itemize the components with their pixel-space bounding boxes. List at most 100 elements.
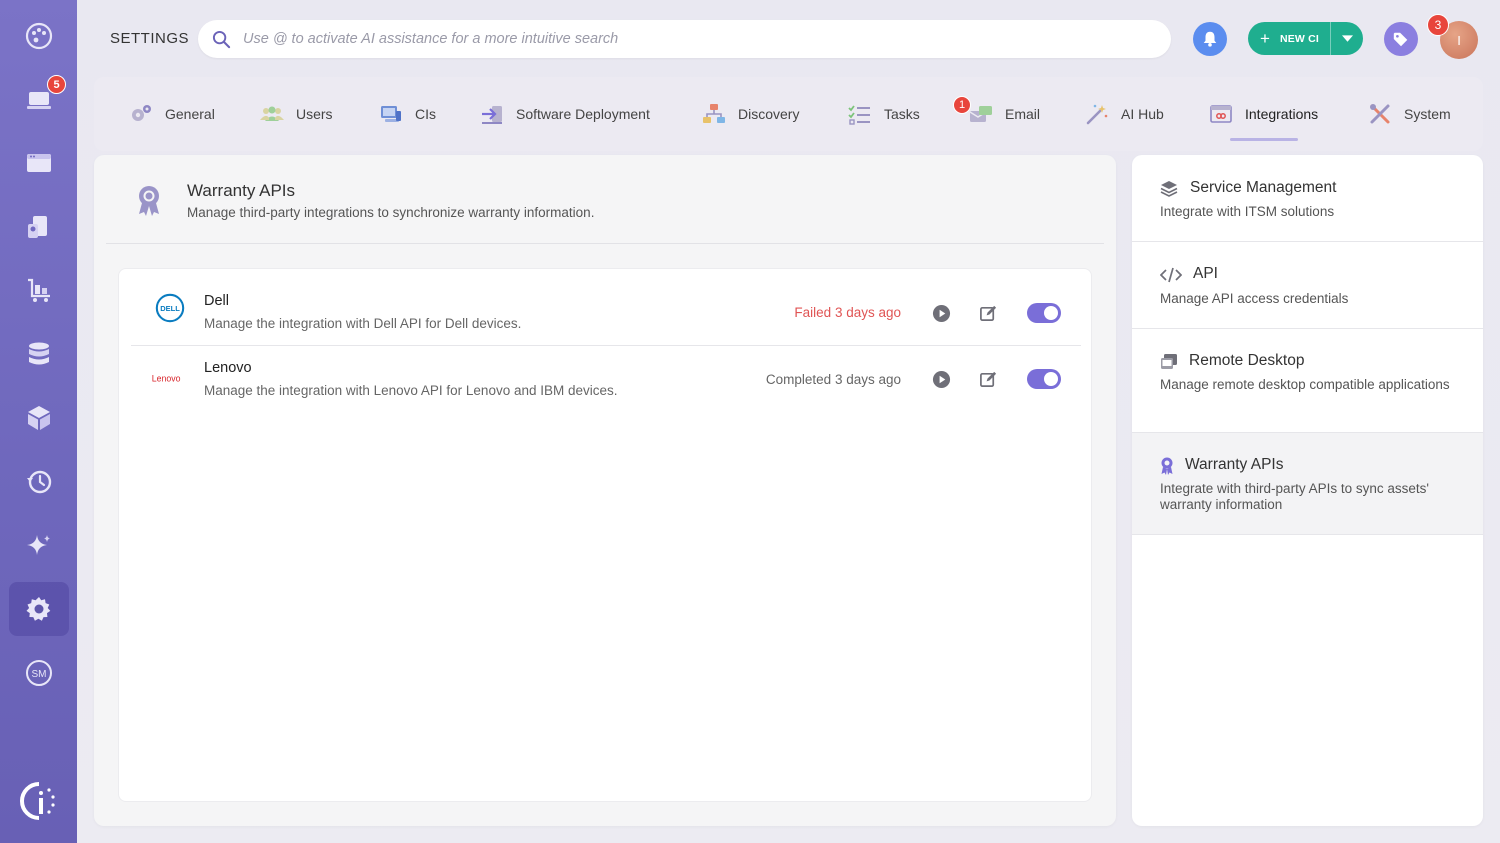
run-button[interactable] (930, 302, 952, 324)
run-button[interactable] (930, 368, 952, 390)
lenovo-logo: Lenovo (149, 362, 193, 396)
tab-software-deployment[interactable]: Software Deployment (480, 77, 650, 151)
tab-system[interactable]: System (1368, 77, 1451, 151)
search-icon (212, 30, 231, 48)
sidebar-badge: 5 (47, 75, 66, 94)
network-icon (703, 104, 725, 123)
brand-logo-icon (20, 782, 55, 820)
status-text: Completed 3 days ago (765, 372, 901, 387)
tab-cis[interactable]: CIs (379, 77, 436, 151)
tab-discovery[interactable]: Discovery (702, 77, 799, 151)
devices-icon (28, 216, 47, 238)
integration-name: Lenovo (204, 360, 252, 376)
status-text: Failed 3 days ago (794, 305, 901, 320)
window-icon (27, 154, 51, 172)
enable-toggle[interactable] (1027, 303, 1061, 323)
category-remote-desktop[interactable]: Remote Desktop Manage remote desktop com… (1132, 329, 1483, 433)
monitor-icon (381, 106, 401, 122)
tab-general[interactable]: General (129, 77, 215, 151)
edit-button[interactable] (977, 302, 999, 324)
sidebar-item-window[interactable] (9, 136, 69, 190)
new-ci-dropdown[interactable] (1331, 34, 1363, 43)
sidebar-item-ai[interactable] (9, 518, 69, 572)
category-api[interactable]: API Manage API access credentials (1132, 242, 1483, 329)
warranty-apis-panel: Warranty APIs Manage third-party integra… (94, 155, 1116, 826)
integration-categories: Service Management Integrate with ITSM s… (1132, 155, 1483, 826)
email-tab-badge: 1 (953, 96, 971, 114)
integration-description: Manage the integration with Dell API for… (204, 316, 522, 331)
play-icon (932, 370, 950, 388)
database-icon (29, 342, 49, 365)
active-tab-indicator (1230, 138, 1298, 141)
tag-icon (1393, 32, 1408, 47)
edit-button[interactable] (977, 368, 999, 390)
sidebar-item-cart[interactable] (9, 263, 69, 317)
sidebar-item-devices[interactable] (9, 200, 69, 254)
divider (106, 243, 1104, 244)
integration-description: Manage the integration with Lenovo API f… (204, 383, 618, 398)
sidebar-item-settings[interactable] (9, 582, 69, 636)
panel-description: Manage third-party integrations to synch… (187, 205, 595, 220)
tab-email[interactable]: Email (969, 77, 1040, 151)
users-icon (260, 106, 284, 121)
list-item[interactable]: Lenovo Lenovo Manage the integration wit… (131, 346, 1081, 412)
sparkle-icon (27, 535, 50, 555)
magic-wand-icon (1086, 104, 1108, 125)
panel-title: Warranty APIs (187, 181, 296, 200)
category-warranty-apis[interactable]: Warranty APIs Integrate with third-party… (1132, 433, 1483, 535)
panel-header: Warranty APIs Manage third-party integra… (94, 155, 1116, 244)
edit-icon (979, 371, 996, 387)
plus-icon: + (1260, 29, 1270, 48)
sidebar-item-palette[interactable] (9, 9, 69, 63)
layers-icon (1160, 181, 1178, 197)
integrations-list: DELL Dell Manage the integration with De… (118, 268, 1092, 802)
edit-icon (979, 305, 996, 321)
caret-down-icon (1341, 34, 1353, 42)
tab-ai-hub[interactable]: AI Hub (1085, 77, 1164, 151)
cart-icon (28, 278, 50, 302)
dell-logo: DELL (153, 291, 187, 325)
enable-toggle[interactable] (1027, 369, 1061, 389)
history-icon (27, 470, 52, 494)
integration-name: Dell (204, 293, 229, 309)
ribbon-icon (1161, 457, 1173, 475)
sidebar: 5 SM (0, 0, 77, 843)
avatar-badge: 3 (1427, 14, 1449, 36)
remote-desktop-icon (1161, 354, 1177, 369)
sidebar-item-laptop[interactable]: 5 (9, 72, 69, 126)
toggle-knob (1044, 372, 1058, 386)
tab-users[interactable]: Users (260, 77, 333, 151)
box-icon (28, 406, 50, 430)
tab-tasks[interactable]: Tasks (848, 77, 920, 151)
page-title: SETTINGS (110, 30, 190, 47)
sidebar-item-history[interactable] (9, 455, 69, 509)
tools-icon (1370, 104, 1390, 124)
svg-text:Lenovo: Lenovo (152, 374, 181, 384)
tags-button[interactable] (1384, 22, 1418, 56)
ribbon-icon (139, 186, 159, 216)
play-icon (932, 304, 950, 322)
sidebar-item-box[interactable] (9, 391, 69, 445)
new-ci-button[interactable]: + NEW CI (1248, 22, 1363, 55)
new-ci-main[interactable]: + NEW CI (1248, 22, 1331, 55)
svg-text:DELL: DELL (160, 304, 180, 313)
notifications-button[interactable] (1193, 22, 1227, 56)
search-bar[interactable] (198, 20, 1171, 58)
sidebar-item-database[interactable] (9, 327, 69, 381)
sm-icon: SM (26, 660, 52, 686)
sidebar-item-sm[interactable]: SM (9, 646, 69, 700)
brand-logo[interactable] (9, 774, 69, 828)
svg-text:SM: SM (32, 669, 47, 680)
search-input[interactable] (243, 31, 1123, 47)
gears-icon (132, 105, 151, 121)
dell-logo-icon: DELL (155, 293, 185, 323)
toggle-knob (1044, 306, 1058, 320)
category-service-management[interactable]: Service Management Integrate with ITSM s… (1132, 155, 1483, 242)
new-ci-label: NEW CI (1279, 32, 1320, 45)
bell-icon (1203, 31, 1217, 47)
lenovo-logo-icon: Lenovo (152, 374, 181, 384)
integrations-icon (1210, 105, 1232, 123)
list-item[interactable]: DELL Dell Manage the integration with De… (131, 279, 1081, 345)
code-icon (1160, 267, 1182, 283)
palette-icon (25, 22, 53, 50)
